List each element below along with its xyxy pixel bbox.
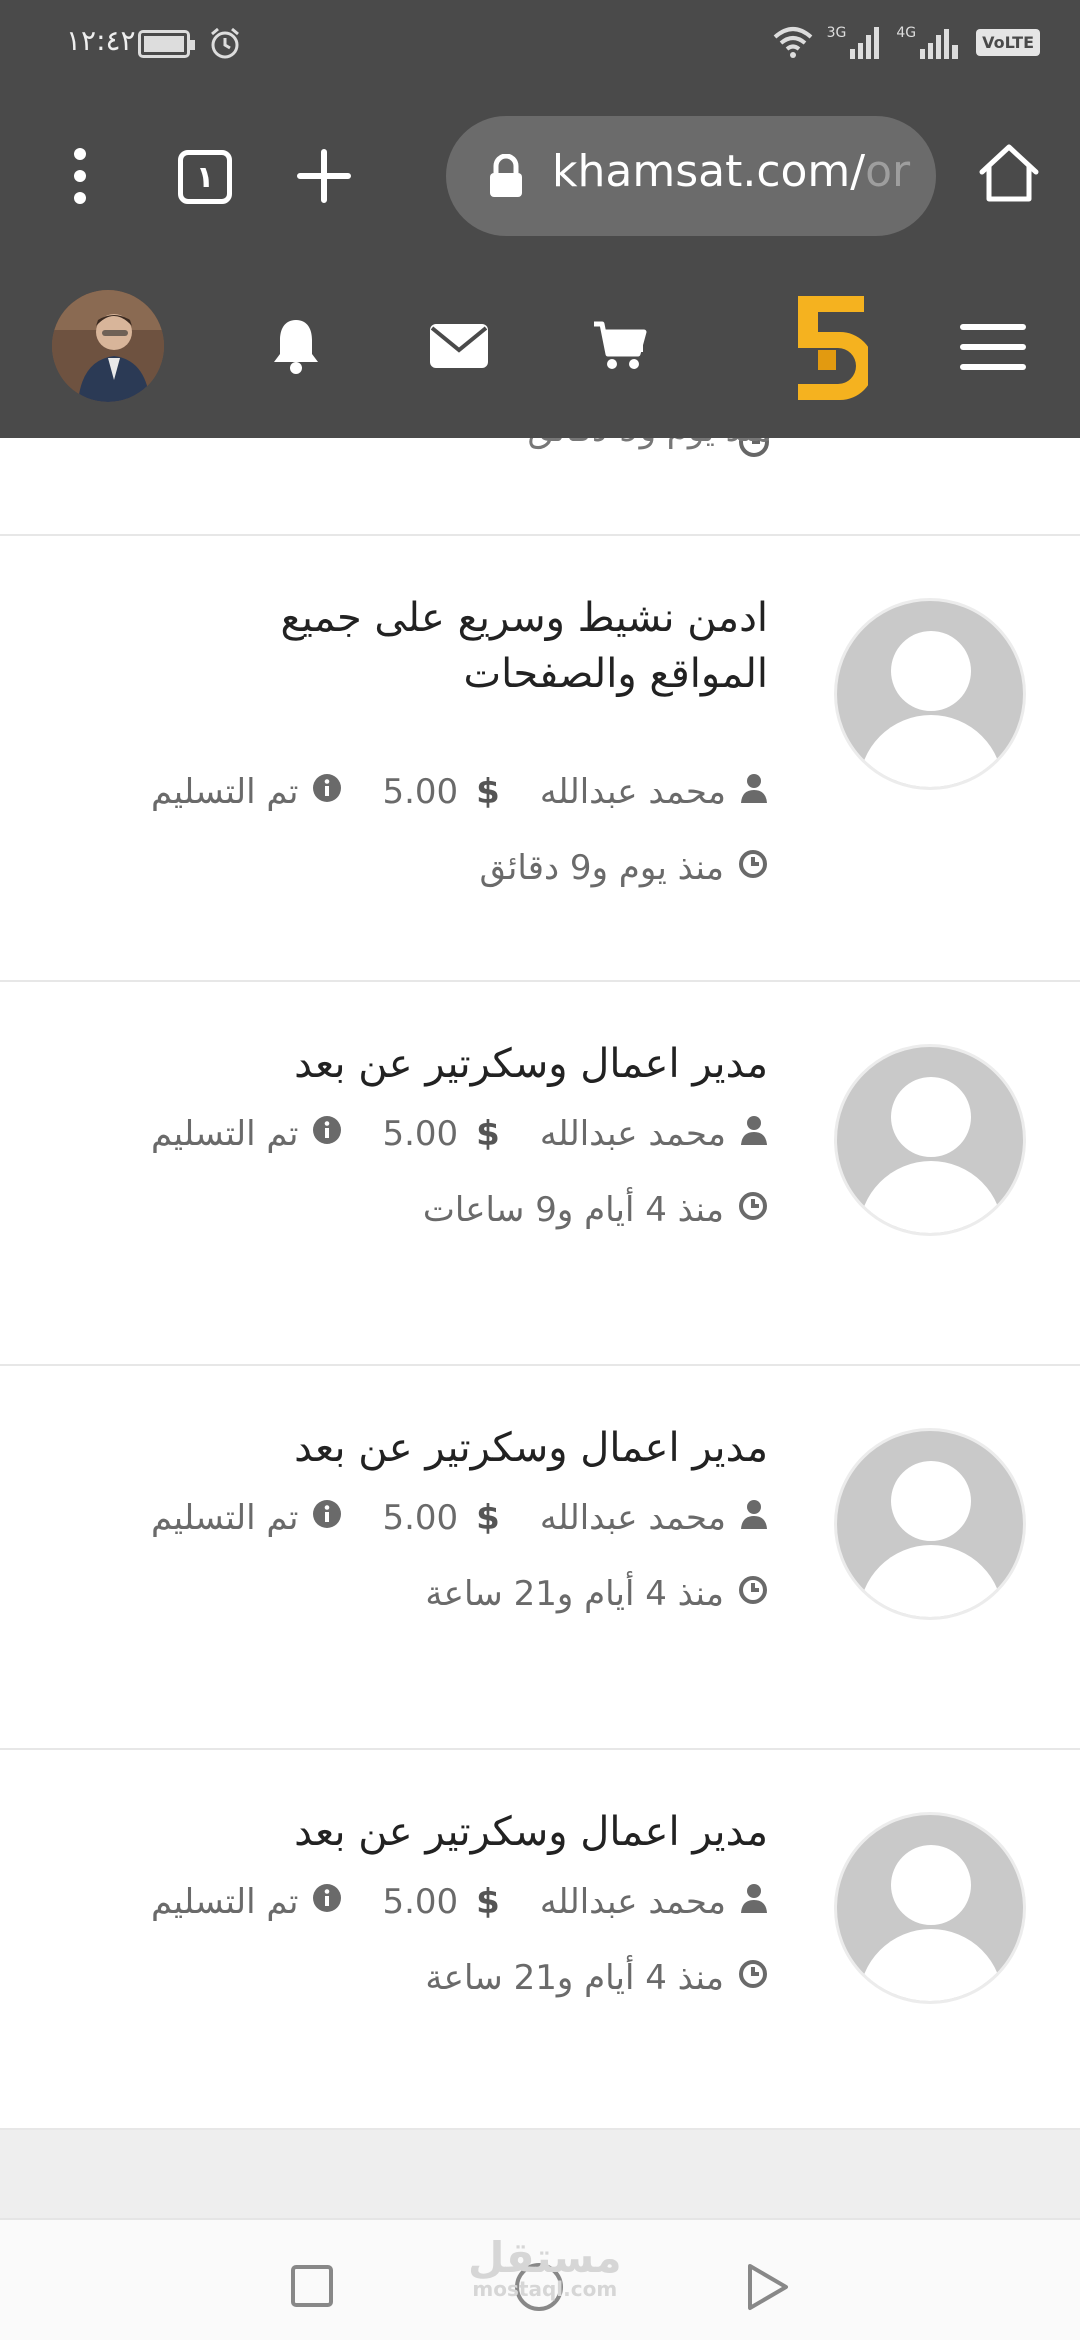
dollar-icon: $ [476,772,500,812]
order-card[interactable]: مدير اعمال وسكرتير عن بعد محمد عبدالله 5… [0,1366,1080,1750]
order-meta-row: محمد عبدالله 5.00 $ تم التسليم [151,1498,768,1538]
clock-icon [738,1574,768,1614]
seller-avatar-placeholder [834,598,1026,790]
order-title[interactable]: مدير اعمال وسكرتير عن بعد [168,1420,768,1476]
alarm-icon [211,27,239,59]
order-title[interactable]: مدير اعمال وسكرتير عن بعد [168,1804,768,1860]
android-nav-bar: مستقل mostaql.com [0,2218,1080,2340]
seller-name[interactable]: محمد عبدالله [540,772,726,812]
dollar-icon: $ [476,1114,500,1154]
url-text: khamsat.com/or [552,146,910,197]
address-bar[interactable]: khamsat.com/or [446,116,936,236]
info-icon [312,1882,342,1922]
battery-icon [138,30,195,58]
orders-list: منذ يوم و9 دقائق ادمن نشيط وسريع على جمي… [0,438,1080,2130]
order-card-partial[interactable]: منذ يوم و9 دقائق [0,438,1080,536]
hamburger-menu-icon[interactable] [960,324,1026,370]
browser-toolbar: ١ khamsat.com/or [0,88,1080,260]
order-status: تم التسليم [151,772,299,812]
order-price: 5.00 $ [382,1498,499,1538]
order-time-row: منذ يوم و9 دقائق [480,848,768,888]
seller-avatar-placeholder [834,1044,1026,1236]
info-icon [312,772,342,812]
clock-icon [738,1190,768,1230]
user-icon [740,1882,768,1922]
seller-name[interactable]: محمد عبدالله [540,1114,726,1154]
user-icon [740,772,768,812]
order-status: تم التسليم [151,1114,299,1154]
user-icon [740,1498,768,1538]
home-icon[interactable] [978,142,1040,204]
dollar-icon: $ [476,1498,500,1538]
order-time-row: منذ 4 أيام و21 ساعة [425,1574,768,1614]
site-header [0,260,1080,438]
signal-3g-icon: 3G [827,25,883,59]
clock-icon [738,848,768,888]
order-card[interactable]: مدير اعمال وسكرتير عن بعد محمد عبدالله 5… [0,982,1080,1366]
bell-icon[interactable] [268,316,324,376]
network-label-4g: 4G [896,25,917,41]
clock-icon [738,1958,768,1998]
signal-4g-icon: 4G [896,25,962,59]
order-meta-row: محمد عبدالله 5.00 $ تم التسليم [151,772,768,812]
order-meta-row: محمد عبدالله 5.00 $ تم التسليم [151,1114,768,1154]
price-value: 5.00 [382,1882,459,1922]
network-label-3g: 3G [826,25,847,41]
mail-icon[interactable] [430,324,488,368]
mostaql-watermark: مستقل mostaql.com [468,2237,622,2301]
status-bar: ١٢:٤٢ 3G 4G VoLTE [0,0,1080,88]
cart-icon[interactable] [592,320,648,372]
price-value: 5.00 [382,772,459,812]
status-time: ١٢:٤٢ [66,24,136,57]
order-time: منذ 4 أيام و21 ساعة [425,1958,724,1998]
order-card[interactable]: ادمن نشيط وسريع على جميع المواقع والصفحا… [0,536,1080,982]
tab-switcher-button[interactable]: ١ [178,150,232,204]
new-tab-icon[interactable] [296,148,352,204]
price-value: 5.00 [382,1114,459,1154]
order-time: منذ يوم و9 دقائق [528,438,772,450]
info-icon [312,1498,342,1538]
watermark-latin: mostaql.com [472,2277,618,2301]
lock-icon [490,154,522,197]
order-status: تم التسليم [151,1882,299,1922]
tab-count: ١ [195,159,215,195]
order-title[interactable]: مدير اعمال وسكرتير عن بعد [168,1036,768,1092]
info-icon [312,1114,342,1154]
browser-menu-icon[interactable] [62,146,98,206]
url-main: khamsat.com/ [552,146,866,197]
user-icon [740,1114,768,1154]
back-button[interactable] [746,2262,790,2312]
volte-badge: VoLTE [976,28,1040,56]
seller-avatar-placeholder [834,1428,1026,1620]
khamsat-logo[interactable] [794,292,868,404]
order-status: تم التسليم [151,1498,299,1538]
order-price: 5.00 $ [382,1882,499,1922]
seller-name[interactable]: محمد عبدالله [540,1498,726,1538]
order-time: منذ 4 أيام و21 ساعة [425,1574,724,1614]
recents-button[interactable] [290,2264,334,2308]
price-value: 5.00 [382,1498,459,1538]
order-meta-row: محمد عبدالله 5.00 $ تم التسليم [151,1882,768,1922]
page-footer-band [0,2130,1080,2218]
user-avatar[interactable] [52,290,164,402]
seller-avatar-placeholder [834,1812,1026,2004]
watermark-arabic: مستقل [468,2233,622,2282]
order-time-row: منذ 4 أيام و21 ساعة [425,1958,768,1998]
order-price: 5.00 $ [382,772,499,812]
order-card[interactable]: مدير اعمال وسكرتير عن بعد محمد عبدالله 5… [0,1750,1080,2130]
url-faded: or [865,146,911,197]
seller-name[interactable]: محمد عبدالله [540,1882,726,1922]
order-title[interactable]: ادمن نشيط وسريع على جميع المواقع والصفحا… [168,590,769,702]
order-price: 5.00 $ [382,1114,499,1154]
order-time: منذ 4 أيام و9 ساعات [422,1190,724,1230]
wifi-icon [773,27,812,58]
order-time-row: منذ 4 أيام و9 ساعات [423,1190,768,1230]
dollar-icon: $ [476,1882,500,1922]
order-time: منذ يوم و9 دقائق [479,848,724,888]
